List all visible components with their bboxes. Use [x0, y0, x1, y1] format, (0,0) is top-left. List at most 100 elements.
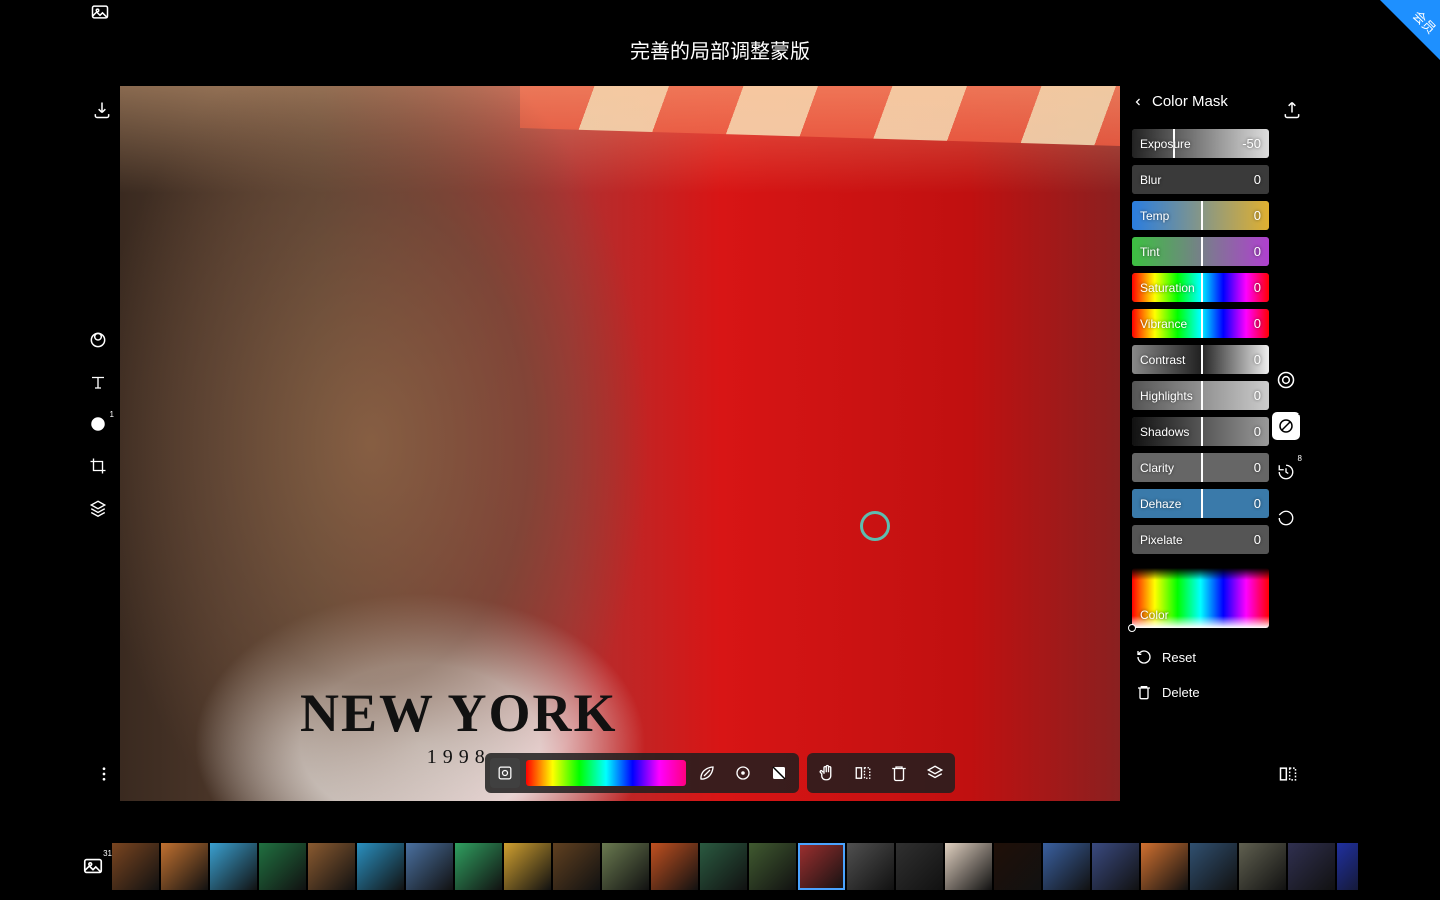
- thumbnail[interactable]: [553, 843, 600, 890]
- color-mask-icon[interactable]: 1: [1272, 412, 1300, 440]
- more-menu-icon[interactable]: [92, 762, 116, 786]
- adjustments-panel: Color Mask Exposure-50Blur0Temp0Tint0Sat…: [1132, 93, 1269, 706]
- slider-marker: [1201, 489, 1203, 518]
- slider-label: Shadows: [1140, 425, 1189, 439]
- canvas-tool-group: [807, 753, 955, 793]
- slider-value: 0: [1254, 532, 1261, 547]
- layers-tool-icon[interactable]: [920, 758, 950, 788]
- slider-label: Clarity: [1140, 461, 1174, 475]
- history-icon[interactable]: 8: [1272, 458, 1300, 486]
- slider-blur[interactable]: Blur 0: [1132, 165, 1269, 194]
- slider-label: Exposure: [1140, 137, 1191, 151]
- slider-label: Pixelate: [1140, 533, 1183, 547]
- undo-icon[interactable]: [1272, 504, 1300, 532]
- thumbnail[interactable]: [700, 843, 747, 890]
- thumbnail[interactable]: [406, 843, 453, 890]
- panel-title: Color Mask: [1152, 93, 1228, 110]
- thumbnail[interactable]: [798, 843, 845, 890]
- thumbnail[interactable]: [651, 843, 698, 890]
- crop-tool-icon[interactable]: [86, 454, 110, 478]
- back-chevron-icon[interactable]: [1132, 94, 1144, 110]
- thumbnail[interactable]: [896, 843, 943, 890]
- color-picker-label: Color: [1140, 608, 1169, 622]
- thumbnail[interactable]: [1337, 843, 1358, 890]
- slider-value: 0: [1254, 388, 1261, 403]
- slider-shadows[interactable]: Shadows 0: [1132, 417, 1269, 446]
- slider-dehaze[interactable]: Dehaze0: [1132, 489, 1269, 518]
- slider-contrast[interactable]: Contrast 0: [1132, 345, 1269, 374]
- layers-icon[interactable]: [86, 496, 110, 520]
- bottom-toolbar: [485, 753, 955, 793]
- thumbnail[interactable]: [161, 843, 208, 890]
- thumbnail[interactable]: [308, 843, 355, 890]
- library-icon[interactable]: [88, 0, 112, 24]
- thumbnail[interactable]: [1092, 843, 1139, 890]
- compare-tool-icon[interactable]: [848, 758, 878, 788]
- thumbnail[interactable]: [602, 843, 649, 890]
- color-sample-point[interactable]: [860, 511, 890, 541]
- slider-temp[interactable]: Temp0: [1132, 201, 1269, 230]
- delete-button[interactable]: Delete: [1132, 678, 1269, 706]
- slider-clarity[interactable]: Clarity 0: [1132, 453, 1269, 482]
- color-tool-group: [485, 753, 799, 793]
- eyedropper-tool-icon[interactable]: [490, 758, 520, 788]
- hue-spectrum-slider[interactable]: [526, 760, 686, 786]
- thumbnail[interactable]: [455, 843, 502, 890]
- slider-label: Blur: [1140, 173, 1161, 187]
- slider-label: Saturation: [1140, 281, 1195, 295]
- slider-vibrance[interactable]: Vibrance0: [1132, 309, 1269, 338]
- color-picker[interactable]: Color: [1132, 568, 1269, 628]
- panel-header: Color Mask: [1132, 93, 1269, 110]
- split-view-icon[interactable]: [1276, 762, 1300, 786]
- color-picker-handle[interactable]: [1128, 624, 1136, 632]
- face-tool-icon[interactable]: 1: [86, 412, 110, 436]
- thumbnail[interactable]: [504, 843, 551, 890]
- thumbnail[interactable]: [357, 843, 404, 890]
- thumbnail[interactable]: [847, 843, 894, 890]
- thumbnail[interactable]: [210, 843, 257, 890]
- thumbnail[interactable]: [1141, 843, 1188, 890]
- slider-value: 0: [1254, 460, 1261, 475]
- slider-saturation[interactable]: Saturation 0: [1132, 273, 1269, 302]
- feather-tool-icon[interactable]: [692, 758, 722, 788]
- trash-tool-icon[interactable]: [884, 758, 914, 788]
- slider-value: 0: [1254, 424, 1261, 439]
- thumbnail[interactable]: [1190, 843, 1237, 890]
- slider-marker: [1201, 273, 1203, 302]
- slider-label: Temp: [1140, 209, 1169, 223]
- thumbnail[interactable]: [112, 843, 159, 890]
- thumbnail[interactable]: [1239, 843, 1286, 890]
- library-button[interactable]: 31: [82, 855, 104, 877]
- slider-marker: [1201, 237, 1203, 266]
- invert-tool-icon[interactable]: [764, 758, 794, 788]
- slider-marker: [1201, 417, 1203, 446]
- slider-value: 0: [1254, 280, 1261, 295]
- slider-label: Dehaze: [1140, 497, 1181, 511]
- thumbnail[interactable]: [1288, 843, 1335, 890]
- thumbnail-strip: 31: [82, 842, 1358, 890]
- left-toolbar: 1: [86, 98, 110, 520]
- reset-button[interactable]: Reset: [1132, 643, 1269, 671]
- slider-marker: [1201, 453, 1203, 482]
- radial-mask-icon[interactable]: [1272, 366, 1300, 394]
- slider-value: 0: [1254, 172, 1261, 187]
- thumbnail[interactable]: [259, 843, 306, 890]
- slider-label: Contrast: [1140, 353, 1185, 367]
- slider-highlights[interactable]: Highlights0: [1132, 381, 1269, 410]
- image-canvas[interactable]: NEW YORK 1998: [120, 86, 1120, 801]
- thumbnail[interactable]: [945, 843, 992, 890]
- slider-tint[interactable]: Tint0: [1132, 237, 1269, 266]
- slider-marker: [1201, 381, 1203, 410]
- slider-exposure[interactable]: Exposure-50: [1132, 129, 1269, 158]
- thumbnail[interactable]: [1043, 843, 1090, 890]
- adjust-icon[interactable]: [86, 328, 110, 352]
- text-tool-icon[interactable]: [86, 370, 110, 394]
- hand-tool-icon[interactable]: [812, 758, 842, 788]
- thumbnail[interactable]: [994, 843, 1041, 890]
- thumbnail[interactable]: [749, 843, 796, 890]
- point-tool-icon[interactable]: [728, 758, 758, 788]
- slider-marker: [1201, 345, 1203, 374]
- slider-value: 0: [1254, 352, 1261, 367]
- slider-value: 0: [1254, 316, 1261, 331]
- slider-pixelate[interactable]: Pixelate 0: [1132, 525, 1269, 554]
